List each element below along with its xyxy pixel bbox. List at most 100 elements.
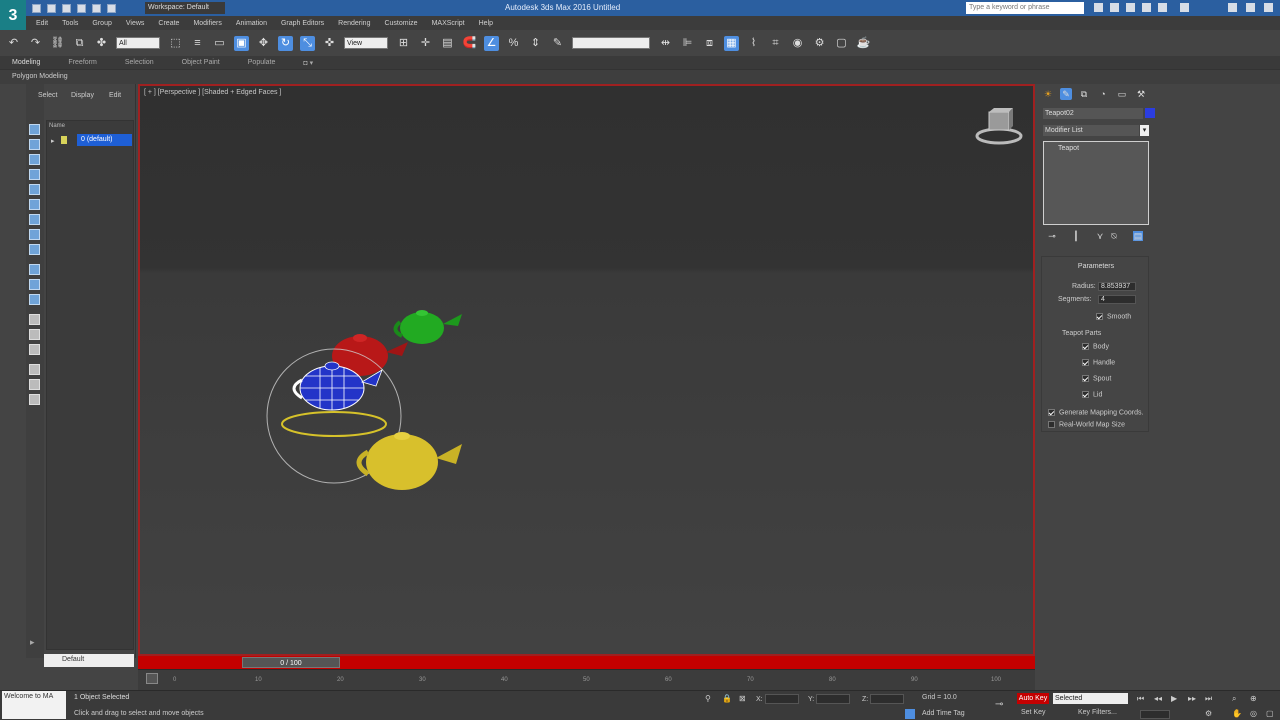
- menu-maxscript[interactable]: MAXScript: [432, 20, 465, 27]
- next-frame-icon[interactable]: ▸▸: [1188, 694, 1196, 703]
- menu-animation[interactable]: Animation: [236, 20, 267, 27]
- display-helpers-icon[interactable]: [29, 184, 40, 195]
- display-lights-icon[interactable]: [29, 154, 40, 165]
- maximize-viewport-icon[interactable]: ▢: [1266, 709, 1274, 718]
- remove-modifier-icon[interactable]: ⍉: [1109, 231, 1119, 241]
- layer-explorer-icon[interactable]: ⧈: [702, 36, 717, 51]
- make-unique-icon[interactable]: ⋎: [1095, 231, 1105, 241]
- display-hidden-icon[interactable]: [29, 294, 40, 305]
- lid-checkbox[interactable]: Lid: [1082, 391, 1102, 398]
- expand-layer-icon[interactable]: ▸: [51, 137, 55, 145]
- close-icon[interactable]: [1264, 3, 1273, 12]
- se-menu-select[interactable]: Select: [38, 92, 57, 99]
- search-input[interactable]: Type a keyword or phrase: [966, 2, 1084, 14]
- chevron-down-icon[interactable]: ▾: [1140, 125, 1149, 136]
- body-checkbox[interactable]: Body: [1082, 343, 1109, 350]
- save-file-icon[interactable]: [62, 3, 71, 13]
- place-icon[interactable]: ✜: [322, 36, 337, 51]
- pin-stack-icon[interactable]: ⊸: [1047, 231, 1057, 241]
- orbit-icon[interactable]: ◎: [1250, 709, 1257, 718]
- play-icon[interactable]: ▶: [1171, 694, 1177, 703]
- modifier-list-dropdown[interactable]: Modifier List: [1043, 125, 1139, 136]
- material-editor-icon[interactable]: ◉: [790, 36, 805, 51]
- time-tag-icon[interactable]: [905, 709, 915, 719]
- align-icon[interactable]: ⊫: [680, 36, 695, 51]
- selection-filter-dropdown[interactable]: All: [116, 37, 160, 49]
- pan-view-icon[interactable]: ✋: [1232, 709, 1242, 718]
- maxscript-listener[interactable]: Welcome to MA: [2, 691, 66, 719]
- rendered-frame-window-icon[interactable]: ▢: [834, 36, 849, 51]
- display-bones-icon[interactable]: [29, 244, 40, 255]
- viewcube-icon[interactable]: [975, 106, 1023, 146]
- utilities-tab-icon[interactable]: ⚒: [1135, 88, 1147, 100]
- display-space-warps-icon[interactable]: [29, 199, 40, 210]
- mini-curve-editor-icon[interactable]: [146, 673, 158, 684]
- y-field[interactable]: [816, 694, 851, 704]
- menu-customize[interactable]: Customize: [384, 20, 417, 27]
- select-object-icon[interactable]: ⬚: [168, 36, 183, 51]
- angle-snap-icon[interactable]: ∠: [484, 35, 499, 51]
- teapot-scene[interactable]: [250, 296, 490, 506]
- ribbon-toggle-icon[interactable]: ▦: [724, 35, 739, 51]
- time-config-icon[interactable]: ⚙: [1205, 709, 1212, 718]
- open-file-icon[interactable]: [47, 3, 56, 13]
- set-key-button[interactable]: Set Key: [1021, 709, 1046, 716]
- bind-space-warp-icon[interactable]: ✤: [94, 36, 109, 51]
- zoom-all-icon[interactable]: ⊕: [1250, 694, 1257, 703]
- hierarchy-tab-icon[interactable]: ⧉: [1078, 88, 1090, 100]
- favorites-icon[interactable]: [1142, 3, 1151, 12]
- sync-selection-icon[interactable]: [29, 379, 40, 390]
- curve-editor-icon[interactable]: ⌇: [746, 36, 761, 51]
- menu-edit[interactable]: Edit: [36, 20, 48, 27]
- app-logo[interactable]: 3: [0, 0, 26, 32]
- real-world-map-checkbox[interactable]: Real-World Map Size: [1048, 421, 1125, 428]
- configure-modifier-sets-icon[interactable]: ▤: [1133, 231, 1143, 241]
- radius-spinner[interactable]: 8.853937: [1098, 282, 1136, 291]
- maximize-icon[interactable]: [1246, 3, 1255, 12]
- binoculars-icon[interactable]: [1094, 3, 1103, 12]
- name-column-header[interactable]: Name: [49, 123, 65, 129]
- menu-graph-editors[interactable]: Graph Editors: [281, 20, 324, 27]
- ribbon-options-icon[interactable]: ◘ ▾: [303, 59, 313, 67]
- render-setup-icon[interactable]: ⚙: [812, 36, 827, 51]
- smooth-checkbox[interactable]: Smooth: [1096, 313, 1131, 320]
- segments-spinner[interactable]: 4: [1098, 295, 1136, 304]
- motion-tab-icon[interactable]: ◔: [1097, 88, 1109, 100]
- display-none-icon[interactable]: [29, 329, 40, 340]
- trackbar[interactable]: 0 10 20 30 40 50 60 70 80 90 100: [138, 669, 1035, 690]
- display-all-icon[interactable]: [29, 314, 40, 325]
- object-name-field[interactable]: Teapot02: [1043, 108, 1143, 119]
- green-teapot[interactable]: [393, 310, 462, 344]
- tab-selection[interactable]: Selection: [125, 59, 154, 66]
- show-end-result-icon[interactable]: ┃: [1071, 231, 1081, 241]
- display-frozen-icon[interactable]: [29, 279, 40, 290]
- selection-lock-icon[interactable]: ⚲: [705, 694, 711, 703]
- generate-mapping-checkbox[interactable]: Generate Mapping Coords.: [1048, 409, 1143, 416]
- current-frame-field[interactable]: [1140, 710, 1170, 719]
- tab-modeling[interactable]: Modeling: [12, 59, 40, 66]
- menu-tools[interactable]: Tools: [62, 20, 78, 27]
- display-cameras-icon[interactable]: [29, 169, 40, 180]
- generate-mapping-checkbox-box[interactable]: [1048, 409, 1055, 416]
- x-field[interactable]: [764, 694, 799, 704]
- lock-cell-edit-icon[interactable]: [29, 394, 40, 405]
- ribbon-panel-label[interactable]: Polygon Modeling: [0, 70, 1280, 84]
- workspace-dropdown[interactable]: Workspace: Default: [145, 2, 225, 14]
- absolute-mode-icon[interactable]: ⊠: [739, 694, 746, 703]
- stack-item-teapot[interactable]: Teapot: [1058, 145, 1079, 152]
- mirror-icon[interactable]: ⇹: [658, 36, 673, 51]
- zoom-icon[interactable]: ⌕: [1232, 694, 1236, 704]
- object-color-swatch[interactable]: [1145, 108, 1155, 118]
- scale-icon[interactable]: ⤡: [300, 35, 315, 51]
- help-icon[interactable]: [1158, 3, 1167, 12]
- key-filters-button[interactable]: Key Filters...: [1078, 709, 1117, 716]
- spinner-snap-icon[interactable]: ⇕: [528, 36, 543, 51]
- display-containers-icon[interactable]: [29, 264, 40, 275]
- display-xrefs-icon[interactable]: [29, 229, 40, 240]
- filter-icon[interactable]: [29, 364, 40, 375]
- menu-modifiers[interactable]: Modifiers: [193, 20, 221, 27]
- display-tab-icon[interactable]: ▭: [1116, 88, 1128, 100]
- menu-rendering[interactable]: Rendering: [338, 20, 370, 27]
- key-icon[interactable]: ⊸: [995, 699, 1003, 710]
- rotate-gizmo-axis[interactable]: [281, 411, 387, 437]
